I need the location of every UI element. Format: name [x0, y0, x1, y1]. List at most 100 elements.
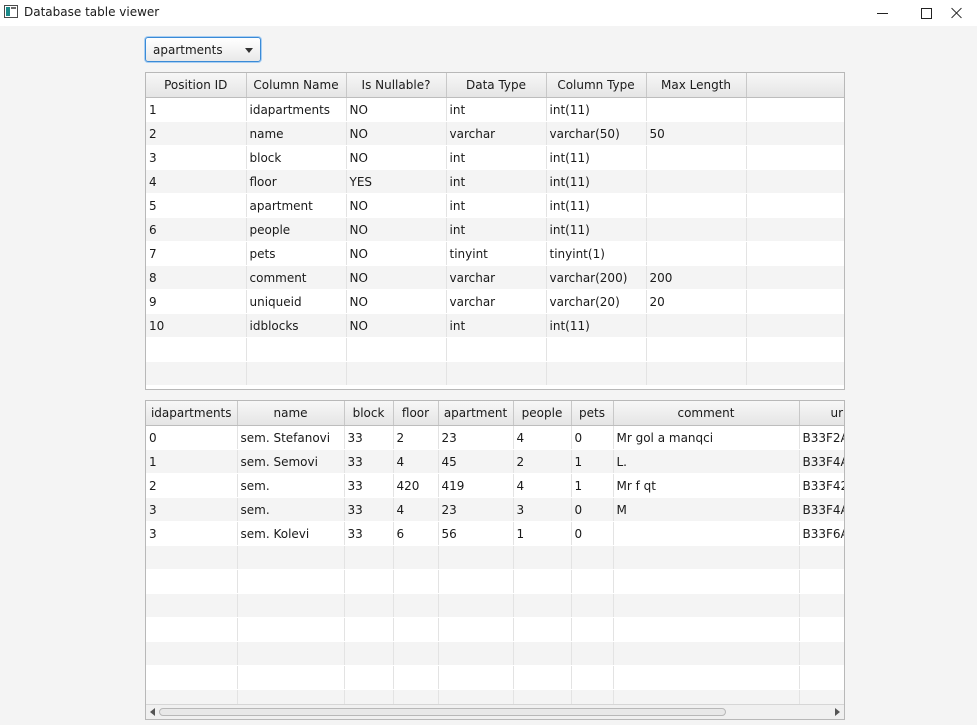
metadata-cell: int	[446, 145, 547, 170]
metadata-table-row[interactable]: 8 comment NO varchar varchar(200) 200	[146, 265, 844, 290]
data-table-row[interactable]	[146, 545, 844, 570]
column-metadata-table[interactable]: Position ID Column Name Is Nullable? Data T…	[145, 72, 845, 390]
metadata-cell: NO	[346, 193, 447, 218]
scroll-right-icon[interactable]	[835, 708, 840, 716]
metadata-table-row[interactable]: 7 pets NO tinyint tinyint(1)	[146, 241, 844, 266]
data-table-row[interactable]	[146, 641, 844, 666]
data-table-row[interactable]: 2sem.3342041941Mr f qtB33F420	[146, 473, 844, 498]
data-cell	[799, 545, 844, 570]
data-column-header[interactable]: block	[344, 401, 394, 426]
metadata-table-row[interactable]: 5 apartment NO int int(11)	[146, 193, 844, 218]
data-cell	[438, 641, 514, 666]
data-table-row[interactable]: 3sem.3342330MB33F4A2	[146, 497, 844, 522]
data-cell: 4	[393, 497, 439, 522]
data-cell: L.	[613, 449, 800, 474]
data-cell	[438, 593, 514, 618]
data-column-header[interactable]: floor	[393, 401, 439, 426]
scroll-left-icon[interactable]	[150, 708, 155, 716]
data-table-row[interactable]	[146, 569, 844, 594]
data-table-row[interactable]: 3sem. Kolevi3365610 B33F6A5	[146, 521, 844, 546]
data-cell	[571, 641, 614, 666]
metadata-column-header[interactable]: Is Nullable?	[346, 73, 447, 98]
metadata-table-row[interactable]: 4 floor YES int int(11)	[146, 169, 844, 194]
metadata-table-row[interactable]: 3 block NO int int(11)	[146, 145, 844, 170]
data-cell	[344, 569, 394, 594]
metadata-cell: idblocks	[246, 313, 347, 338]
table-select-dropdown[interactable]: apartments	[145, 37, 261, 62]
data-cell	[344, 617, 394, 642]
data-table-row[interactable]: 0 sem. Stefanovi 33 2 23 4 0 Mr gol a manqci B33…	[146, 425, 844, 450]
metadata-column-header[interactable]	[746, 73, 844, 98]
metadata-cell	[746, 217, 844, 242]
metadata-cell: YES	[346, 169, 447, 194]
data-table-row[interactable]	[146, 593, 844, 618]
data-column-header[interactable]: ur	[799, 401, 844, 426]
data-cell	[237, 641, 345, 666]
metadata-table-row[interactable]	[146, 361, 844, 386]
scrollbar-thumb[interactable]	[159, 708, 726, 716]
metadata-table-row[interactable]: 10 idblocks NO int int(11)	[146, 313, 844, 338]
data-column-header[interactable]: name	[237, 401, 345, 426]
data-cell: sem.	[237, 473, 345, 498]
metadata-cell: int	[446, 97, 547, 122]
metadata-cell: NO	[346, 121, 447, 146]
data-cell	[237, 569, 345, 594]
data-cell	[571, 569, 614, 594]
data-cell: 33	[344, 473, 394, 498]
data-table-row[interactable]	[146, 617, 844, 642]
data-column-header[interactable]: people	[513, 401, 572, 426]
metadata-column-header[interactable]: Column Type	[546, 73, 647, 98]
data-cell: 6	[393, 521, 439, 546]
data-cell	[513, 665, 572, 690]
data-cell	[146, 617, 238, 642]
data-column-header[interactable]: pets	[571, 401, 614, 426]
metadata-table-row[interactable]: 1 idapartments NO int int(11)	[146, 97, 844, 122]
metadata-column-header[interactable]: Column Name	[246, 73, 347, 98]
data-cell: 1	[513, 521, 572, 546]
metadata-cell: int(11)	[546, 145, 647, 170]
table-data-grid[interactable]: idapartments name block floor apartment peopl…	[145, 400, 845, 720]
close-button[interactable]	[934, 0, 977, 26]
data-column-header[interactable]: comment	[613, 401, 800, 426]
metadata-column-header[interactable]: Position ID	[146, 73, 247, 98]
data-cell	[438, 545, 514, 570]
minimize-button[interactable]	[859, 0, 905, 26]
metadata-cell: 50	[646, 121, 747, 146]
data-cell	[344, 665, 394, 690]
metadata-table-row[interactable]: 6 people NO int int(11)	[146, 217, 844, 242]
metadata-cell: 6	[146, 217, 247, 242]
data-cell	[344, 593, 394, 618]
metadata-cell	[146, 361, 247, 386]
data-cell	[146, 641, 238, 666]
metadata-cell: int(11)	[546, 217, 647, 242]
metadata-cell	[246, 337, 347, 362]
metadata-cell: NO	[346, 265, 447, 290]
metadata-cell: varchar(50)	[546, 121, 647, 146]
data-cell: 420	[393, 473, 439, 498]
data-cell: Mr gol a manqci	[613, 425, 800, 450]
metadata-table-row[interactable]	[146, 337, 844, 362]
metadata-cell: idapartments	[246, 97, 347, 122]
data-cell: sem. Semovi	[237, 449, 345, 474]
data-cell: 0	[571, 425, 614, 450]
metadata-cell	[746, 193, 844, 218]
data-column-header[interactable]: apartment	[438, 401, 514, 426]
data-column-header[interactable]: idapartments	[146, 401, 238, 426]
data-cell: 0	[571, 521, 614, 546]
metadata-table-row[interactable]: 9 uniqueid NO varchar varchar(20) 20	[146, 289, 844, 314]
chevron-down-icon[interactable]	[245, 48, 253, 53]
data-cell: 3	[513, 497, 572, 522]
metadata-cell	[646, 193, 747, 218]
table-select-value: apartments	[153, 43, 223, 57]
metadata-column-header[interactable]: Max Length	[646, 73, 747, 98]
metadata-table-row[interactable]: 2 name NO varchar varchar(50) 50	[146, 121, 844, 146]
metadata-cell	[646, 313, 747, 338]
data-table-row[interactable]	[146, 665, 844, 690]
metadata-cell: 8	[146, 265, 247, 290]
data-cell	[146, 545, 238, 570]
metadata-cell	[746, 121, 844, 146]
data-table-row[interactable]: 1sem. Semovi3344521L.B33F4A4	[146, 449, 844, 474]
horizontal-scrollbar[interactable]	[146, 704, 844, 719]
metadata-column-header[interactable]: Data Type	[446, 73, 547, 98]
metadata-cell	[746, 289, 844, 314]
